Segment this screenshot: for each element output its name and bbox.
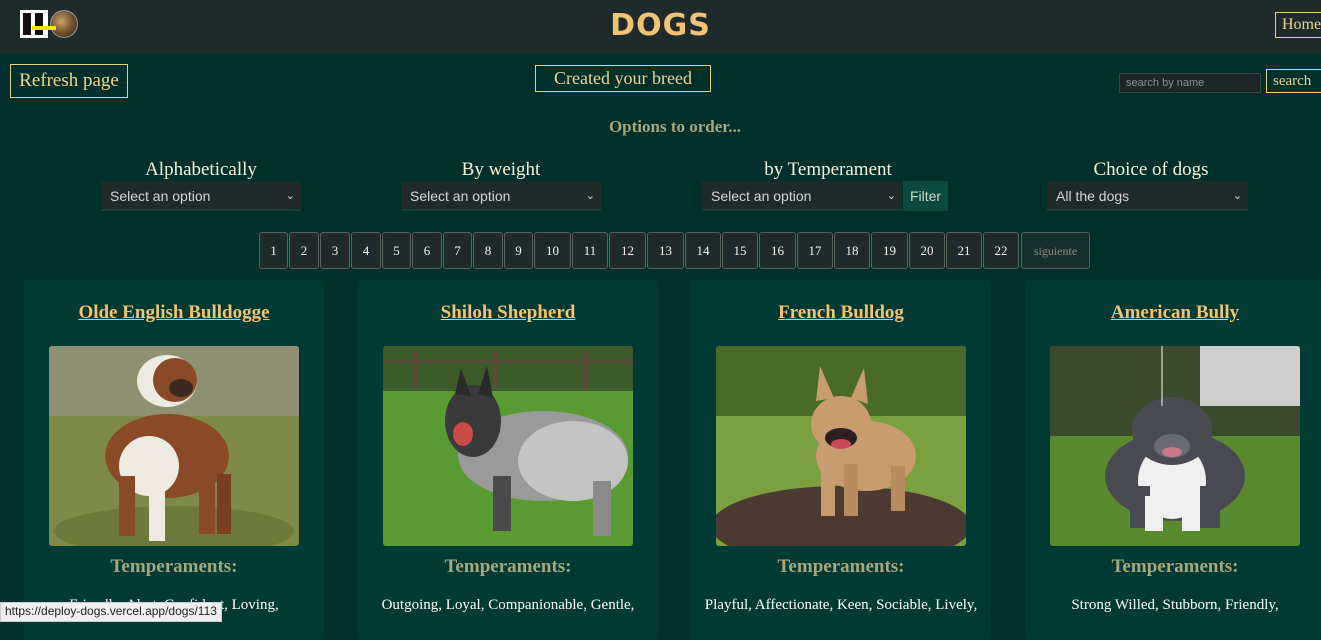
dog-card: Shiloh Shepherd Temperaments: Outgoing, …: [358, 280, 658, 640]
temperaments-text: Outgoing, Loyal, Companionable, Gentle,: [381, 597, 635, 613]
page-button[interactable]: 20: [909, 232, 945, 269]
dog-source-select[interactable]: All the dogs ⌄: [1047, 181, 1248, 211]
page-button[interactable]: 8: [473, 232, 503, 269]
page-button[interactable]: 17: [797, 232, 833, 269]
chevron-down-icon: ⌄: [285, 190, 295, 202]
dog-name-link[interactable]: American Bully: [1025, 302, 1321, 324]
filter-button[interactable]: Filter: [903, 181, 948, 211]
sort-weight-select[interactable]: Select an option ⌄: [401, 181, 601, 211]
status-bar-url: https://deploy-dogs.vercel.app/dogs/113: [0, 602, 222, 622]
select-value: Select an option: [711, 188, 812, 204]
dog-photo: [716, 346, 966, 546]
dog-card: Olde English Bulldogge Temperaments: Fri…: [24, 280, 324, 640]
search-button[interactable]: search: [1266, 69, 1321, 93]
home-button[interactable]: Home: [1275, 12, 1321, 38]
page-button[interactable]: 18: [834, 232, 870, 269]
dog-card: American Bully Temperaments: Strong Will…: [1025, 280, 1321, 640]
page-button[interactable]: 5: [382, 232, 411, 269]
temperaments-heading: Temperaments:: [777, 556, 905, 577]
page-button[interactable]: 22: [983, 232, 1019, 269]
options-title: Options to order...: [608, 117, 742, 136]
search-input[interactable]: [1119, 73, 1261, 93]
create-breed-button[interactable]: Created your breed: [535, 65, 711, 92]
dog-photo: [49, 346, 299, 546]
page-button[interactable]: 12: [609, 232, 646, 269]
page-button[interactable]: 15: [722, 232, 758, 269]
next-page-button[interactable]: siguiente: [1021, 232, 1090, 269]
temperaments-text: Playful, Affectionate, Keen, Sociable, L…: [704, 597, 978, 613]
dog-name-link[interactable]: Olde English Bulldogge: [24, 302, 324, 324]
page-button[interactable]: 21: [946, 232, 982, 269]
temperament-filter-label: by Temperament: [764, 159, 892, 180]
page-button[interactable]: 9: [504, 232, 533, 269]
sort-alphabetically-select[interactable]: Select an option ⌄: [101, 181, 301, 211]
page-button[interactable]: 11: [572, 232, 608, 269]
pagination: 1 2 3 4 5 6 7 8 9 10 11 12 13 14 15 16 1…: [0, 232, 1321, 270]
temperaments-heading: Temperaments:: [444, 556, 572, 577]
chevron-down-icon: ⌄: [886, 190, 896, 202]
chevron-down-icon: ⌄: [585, 190, 595, 202]
temperament-select[interactable]: Select an option ⌄: [702, 181, 902, 211]
temperaments-heading: Temperaments:: [110, 556, 238, 577]
dog-photo: [383, 346, 633, 546]
page-button[interactable]: 6: [412, 232, 442, 269]
page-title: DOGS: [610, 8, 711, 43]
dog-card: French Bulldog Temperaments: Playful, Af…: [691, 280, 991, 640]
page-button[interactable]: 1: [259, 232, 288, 269]
page-button[interactable]: 3: [320, 232, 350, 269]
page-button[interactable]: 4: [351, 232, 381, 269]
page-button[interactable]: 7: [443, 232, 472, 269]
page-button[interactable]: 13: [647, 232, 684, 269]
select-value: Select an option: [410, 188, 511, 204]
page-button[interactable]: 14: [685, 232, 721, 269]
dog-photo: [1050, 346, 1300, 546]
temperaments-text: Strong Willed, Stubborn, Friendly,: [1071, 597, 1279, 613]
dog-source-label: Choice of dogs: [1093, 159, 1209, 180]
select-value: Select an option: [110, 188, 211, 204]
chevron-down-icon: ⌄: [1232, 190, 1242, 202]
page-button[interactable]: 2: [289, 232, 319, 269]
top-bar: DOGS Home: [0, 0, 1321, 53]
refresh-page-button[interactable]: Refresh page: [10, 64, 128, 98]
page-button[interactable]: 10: [534, 232, 571, 269]
page-button[interactable]: 16: [759, 232, 796, 269]
dog-name-link[interactable]: French Bulldog: [691, 302, 991, 324]
dog-name-link[interactable]: Shiloh Shepherd: [358, 302, 658, 324]
temperaments-heading: Temperaments:: [1111, 556, 1239, 577]
sort-weight-label: By weight: [461, 159, 541, 180]
page-button[interactable]: 19: [871, 232, 908, 269]
select-value: All the dogs: [1056, 188, 1130, 204]
sort-alphabetically-label: Alphabetically: [145, 159, 257, 180]
